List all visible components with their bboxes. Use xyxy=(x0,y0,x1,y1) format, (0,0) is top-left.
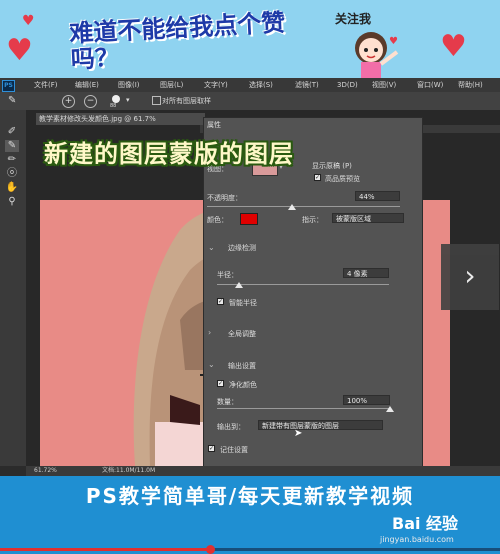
sample-all-layers-checkbox[interactable] xyxy=(152,96,161,105)
mouse-cursor-icon: ➤ xyxy=(294,428,303,439)
menu-type[interactable]: 文字(Y) xyxy=(204,78,228,92)
chevron-down-icon[interactable]: ▾ xyxy=(126,96,130,104)
high-quality-preview-label: 高品质预览 xyxy=(325,175,360,183)
output-settings-section[interactable]: 输出设置 xyxy=(228,361,256,371)
amount-slider-track[interactable] xyxy=(217,408,390,409)
menu-image[interactable]: 图像(I) xyxy=(118,78,140,92)
overlay-title: 新建的图层蒙版的图层 xyxy=(44,140,294,168)
decontaminate-label: 净化颜色 xyxy=(229,381,257,389)
photoshop-logo-icon: PS xyxy=(2,80,15,92)
options-bar: ✎ + − 88 ▾ xyxy=(0,92,500,111)
svg-text:♥: ♥ xyxy=(389,36,398,47)
chevron-right-icon[interactable]: › xyxy=(208,328,211,337)
document-tab[interactable]: 教学素材修改头发颜色.jpg @ 61.7% xyxy=(36,113,205,125)
opacity-label: 不透明度： xyxy=(207,194,242,202)
menu-filter[interactable]: 滤镜(T) xyxy=(295,78,319,92)
chevron-down-icon[interactable]: ⌄ xyxy=(208,360,215,369)
indicate-label: 指示： xyxy=(302,216,323,224)
zoom-level: 61.72% xyxy=(34,467,57,474)
refine-edge-brush-icon[interactable]: ✎ xyxy=(5,140,19,152)
brush-preview-icon[interactable] xyxy=(112,95,120,103)
remember-settings-checkbox[interactable]: ✓ xyxy=(208,445,215,452)
menu-bar: 文件(F) 编辑(E) 图像(I) 图层(L) 文字(Y) 选择(S) 滤镜(T… xyxy=(0,78,500,92)
amount-field[interactable]: 100% xyxy=(343,395,390,405)
smart-radius-checkbox[interactable]: ✓ xyxy=(217,298,224,305)
menu-help[interactable]: 帮助(H) xyxy=(458,78,483,92)
output-to-select[interactable]: 新建带有图层蒙版的图层 xyxy=(258,420,383,430)
radius-field[interactable]: 4 像素 xyxy=(343,268,389,278)
brush-tool-icon[interactable]: ✏ xyxy=(5,154,19,166)
remember-settings-label: 记住设置 xyxy=(220,446,248,454)
document-info: 文档:11.0M/11.0M xyxy=(102,467,156,474)
high-quality-preview-checkbox[interactable]: ✓ xyxy=(314,174,321,181)
amount-slider-thumb[interactable] xyxy=(386,406,394,412)
radius-slider-thumb[interactable] xyxy=(235,282,244,288)
color-swatch[interactable] xyxy=(240,213,258,225)
add-brush-icon[interactable]: + xyxy=(62,95,75,108)
baidu-watermark-logo: Bai 经验 xyxy=(392,514,459,533)
sample-all-layers-label: 对所有图层取样 xyxy=(162,97,211,105)
follow-label[interactable]: 关注我 xyxy=(335,10,371,27)
opacity-field[interactable]: 44% xyxy=(355,191,400,201)
dialog-title: 属性 xyxy=(207,121,221,129)
heart-icon: ♥ xyxy=(22,13,35,29)
indicate-select[interactable]: 被蒙版区域 xyxy=(332,213,404,223)
brush-size-value: 88 xyxy=(110,103,117,109)
decontaminate-checkbox[interactable]: ✓ xyxy=(217,380,224,387)
next-arrow-button[interactable]: › xyxy=(441,244,499,310)
video-progress-fill xyxy=(0,548,210,551)
hand-tool-icon[interactable]: ✋ xyxy=(5,182,19,194)
brush-tool-icon[interactable]: ✎ xyxy=(8,95,16,106)
opacity-slider-track[interactable] xyxy=(207,206,400,207)
lasso-tool-icon[interactable]: ⓞ xyxy=(5,168,19,180)
show-original-label: 显示原稿 (P) xyxy=(312,162,352,170)
menu-edit[interactable]: 编辑(E) xyxy=(75,78,99,92)
global-refine-section[interactable]: 全局调整 xyxy=(228,329,256,339)
menu-file[interactable]: 文件(F) xyxy=(34,78,58,92)
amount-label: 数量： xyxy=(217,398,238,406)
video-progress-handle[interactable] xyxy=(206,545,215,554)
bottom-banner-text: PS教学简单哥/每天更新教学视频 xyxy=(85,484,415,508)
menu-layer[interactable]: 图层(L) xyxy=(160,78,183,92)
tools-panel: ✐ ✎ ✏ ⓞ ✋ ⚲ xyxy=(0,110,26,466)
edge-detection-section[interactable]: 边缘检测 xyxy=(228,243,256,253)
heart-icon: ♥ xyxy=(6,33,33,68)
opacity-slider-thumb[interactable] xyxy=(287,204,296,210)
heart-icon: ♥ xyxy=(440,29,467,64)
zoom-tool-icon[interactable]: ⚲ xyxy=(5,196,19,208)
menu-select[interactable]: 选择(S) xyxy=(249,78,273,92)
menu-3d[interactable]: 3D(D) xyxy=(337,78,358,92)
menu-window[interactable]: 窗口(W) xyxy=(417,78,443,92)
color-label: 颜色： xyxy=(207,216,228,224)
menu-view[interactable]: 视图(V) xyxy=(372,78,396,92)
quick-selection-tool-icon[interactable]: ✐ xyxy=(5,126,19,138)
subtract-brush-icon[interactable]: − xyxy=(84,95,97,108)
radius-label: 半径： xyxy=(217,271,238,279)
cartoon-girl-icon: ♥ xyxy=(355,32,399,78)
watermark-site: jingyan.baidu.com xyxy=(380,535,454,544)
smart-radius-label: 智能半径 xyxy=(229,299,257,307)
chevron-down-icon[interactable]: ⌄ xyxy=(208,243,215,252)
status-bar: 61.72% 文档:11.0M/11.0M xyxy=(26,466,500,476)
output-to-label: 输出到： xyxy=(217,423,245,431)
